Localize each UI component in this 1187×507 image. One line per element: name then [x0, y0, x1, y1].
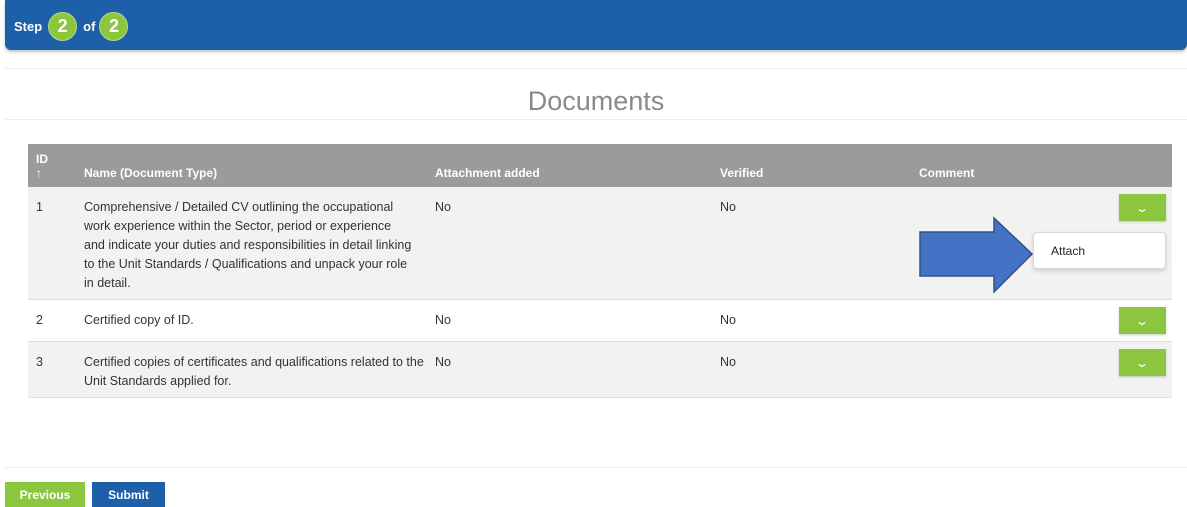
- column-header-id-label: ID: [36, 152, 48, 166]
- row-actions-button[interactable]: ⌄: [1119, 307, 1166, 334]
- cell-name: Comprehensive / Detailed CV outlining th…: [76, 187, 427, 300]
- pointer-arrow-icon: [919, 216, 1034, 294]
- table-row: 2 Certified copy of ID. No No ⌄: [28, 299, 1172, 342]
- sort-arrow-icon: ↑: [36, 166, 42, 180]
- cell-name: Certified copies of certificates and qua…: [76, 341, 427, 398]
- cell-id: 2: [28, 299, 76, 342]
- row-actions-dropdown: Attach: [1033, 232, 1166, 269]
- cell-id: 1: [28, 187, 76, 300]
- step-of-label: of: [83, 19, 96, 34]
- chevron-down-icon: ⌄: [1135, 355, 1150, 370]
- cell-name: Certified copy of ID.: [76, 299, 427, 342]
- table-row: 3 Certified copies of certificates and q…: [28, 341, 1172, 398]
- title-section: Documents: [5, 69, 1187, 120]
- cell-attachment: No: [427, 299, 712, 342]
- table-header-row: ID ↑ Name (Document Type) Attachment add…: [28, 144, 1172, 187]
- row-actions-button[interactable]: ⌄: [1119, 194, 1166, 221]
- step-current-badge: 2: [48, 12, 78, 41]
- submit-button[interactable]: Submit: [92, 482, 165, 507]
- row-actions-button[interactable]: ⌄: [1119, 349, 1166, 376]
- cell-attachment: No: [427, 341, 712, 398]
- step-indicator: Step 2 of 2: [14, 12, 134, 41]
- cell-attachment: No: [427, 187, 712, 300]
- dropdown-item-attach[interactable]: Attach: [1051, 244, 1085, 258]
- column-header-verified[interactable]: Verified: [712, 144, 911, 187]
- cell-verified: No: [712, 187, 911, 300]
- column-header-name[interactable]: Name (Document Type): [76, 144, 427, 187]
- chevron-down-icon: ⌄: [1135, 313, 1150, 328]
- cell-comment: ⌄: [911, 299, 1172, 342]
- cell-comment: ⌄: [911, 341, 1172, 398]
- column-header-comment[interactable]: Comment: [911, 144, 1172, 187]
- previous-button[interactable]: Previous: [5, 482, 85, 507]
- column-header-id[interactable]: ID ↑: [28, 144, 76, 187]
- step-banner: Step 2 of 2: [5, 0, 1187, 50]
- column-header-attachment[interactable]: Attachment added: [427, 144, 712, 187]
- page-title: Documents: [527, 86, 665, 116]
- cell-id: 3: [28, 341, 76, 398]
- cell-verified: No: [712, 299, 911, 342]
- cell-verified: No: [712, 341, 911, 398]
- step-label: Step: [14, 19, 43, 34]
- chevron-down-icon: ⌄: [1135, 200, 1150, 215]
- step-total-badge: 2: [99, 12, 129, 41]
